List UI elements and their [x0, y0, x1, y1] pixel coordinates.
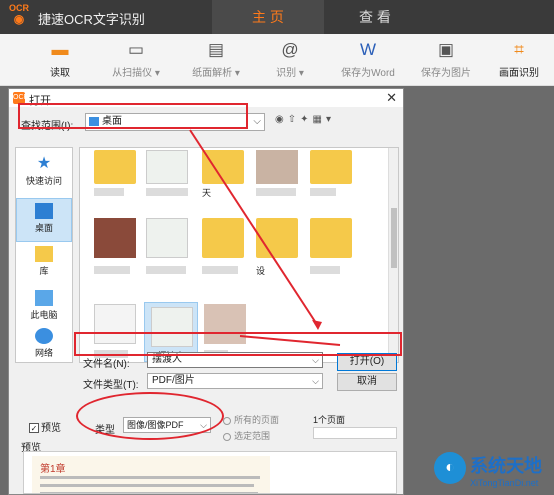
watermark-text: 系统天地: [470, 456, 542, 476]
watermark: ◐ 系统天地 XiTongTianDi.net: [432, 452, 554, 495]
watermark-logo-icon: ◐: [434, 452, 466, 484]
annotation-arrow: [189, 129, 319, 327]
arrow-head: [312, 320, 322, 330]
annotation-arrow: [239, 335, 341, 346]
watermark-url: XiTongTianDi.net: [470, 478, 539, 488]
annotation-arrows: [189, 129, 341, 346]
